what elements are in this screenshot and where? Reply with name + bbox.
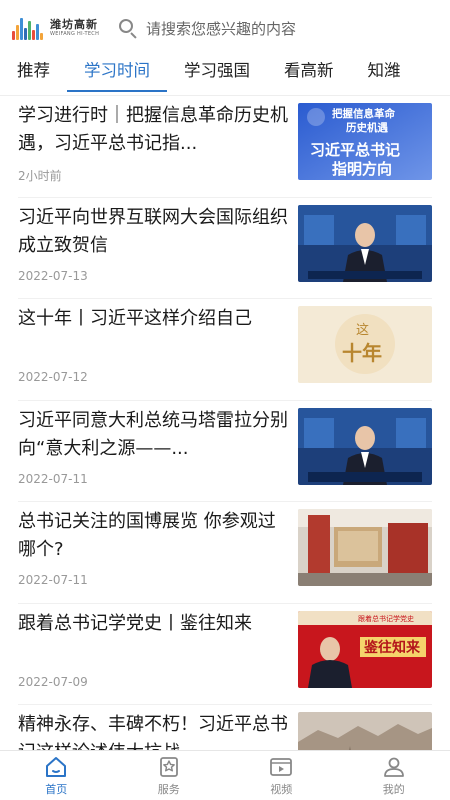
article-time: 2小时前: [18, 169, 62, 183]
tab-recommend[interactable]: 推荐: [0, 56, 67, 95]
logo-subtitle: WEIFANG HI-TECH: [50, 31, 100, 37]
thumb-caption: 历史机遇: [346, 121, 388, 134]
article-thumbnail[interactable]: [298, 204, 432, 282]
nav-label: 首页: [45, 782, 68, 796]
article-date: 2022-07-12: [18, 370, 88, 384]
video-icon: [270, 757, 293, 776]
article-list: 学习进行时｜把握信息革命历史机遇，习近平总书记指... 2小时前 把握信息革命 …: [0, 96, 450, 750]
nav-mine[interactable]: 我的: [338, 751, 450, 800]
article-title[interactable]: 这十年丨习近平这样介绍自己: [18, 305, 290, 361]
nav-service[interactable]: 服务: [113, 751, 226, 800]
logo-name: 潍坊高新: [50, 18, 98, 31]
thumb-caption: 指明方向: [332, 160, 392, 178]
thumb-caption: 习近平总书记: [310, 141, 400, 159]
tab-watch-hitech[interactable]: 看高新: [267, 56, 351, 95]
tab-xuexi-qiangguo[interactable]: 学习强国: [167, 56, 267, 95]
tab-study-time[interactable]: 学习时间: [67, 56, 167, 95]
article-item[interactable]: 跟着总书记学党史丨鉴往知来 2022-07-09 跟着总书记学党史 鉴往知来: [18, 604, 432, 705]
article-item[interactable]: 习近平同意大利总统马塔雷拉分别向“意大利之源——... 2022-07-11: [18, 401, 432, 502]
article-title[interactable]: 精神永存、丰碑不朽！习近平总书记这样论述伟大抗战...: [18, 711, 290, 750]
category-tabs: 推荐 学习时间 学习强国 看高新 知潍: [0, 56, 450, 96]
article-thumbnail[interactable]: [298, 407, 432, 485]
article-date: 2022-07-13: [18, 268, 88, 283]
article-item[interactable]: 这十年丨习近平这样介绍自己 2022-07-12 这 十年: [18, 299, 432, 401]
article-title[interactable]: 习近平同意大利总统马塔雷拉分别向“意大利之源——...: [18, 407, 290, 463]
article-thumbnail[interactable]: 把握信息革命 历史机遇 习近平总书记 指明方向: [298, 103, 432, 180]
article-item[interactable]: 习近平向世界互联网大会国际组织成立致贺信 2022-07-13: [18, 198, 432, 299]
article-item[interactable]: 精神永存、丰碑不朽！习近平总书记这样论述伟大抗战...: [18, 705, 432, 750]
article-thumbnail[interactable]: 跟着总书记学党史 鉴往知来: [298, 610, 432, 688]
article-title[interactable]: 习近平向世界互联网大会国际组织成立致贺信: [18, 204, 290, 260]
article-title[interactable]: 跟着总书记学党史丨鉴往知来: [18, 610, 290, 666]
nav-home[interactable]: 首页: [0, 751, 113, 800]
logo-mark-icon: [12, 16, 46, 40]
nav-video[interactable]: 视频: [225, 751, 338, 800]
app-header: 潍坊高新 WEIFANG HI-TECH 请搜索您感兴趣的内容: [0, 0, 450, 56]
article-thumbnail[interactable]: 这 十年: [298, 306, 432, 383]
thumb-caption: 鉴往知来: [363, 639, 421, 656]
search-icon: [118, 18, 138, 39]
search-placeholder[interactable]: 请搜索您感兴趣的内容: [146, 18, 296, 39]
article-title[interactable]: 学习进行时｜把握信息革命历史机遇，习近平总书记指...: [18, 102, 290, 158]
article-thumbnail[interactable]: [298, 712, 432, 750]
thumb-caption: 跟着总书记学党史: [358, 614, 414, 623]
home-icon: [46, 756, 67, 777]
thumb-caption: 十年: [342, 341, 382, 365]
app-logo[interactable]: 潍坊高新 WEIFANG HI-TECH: [12, 11, 108, 45]
article-item[interactable]: 学习进行时｜把握信息革命历史机遇，习近平总书记指... 2小时前 把握信息革命 …: [18, 96, 432, 198]
tab-know-weifang[interactable]: 知潍: [351, 56, 418, 95]
thumb-caption: 把握信息革命: [332, 107, 395, 120]
nav-label: 服务: [157, 782, 180, 796]
article-thumbnail[interactable]: [298, 509, 432, 586]
thumb-caption: 这: [356, 322, 369, 338]
article-date: 2022-07-09: [18, 674, 88, 689]
article-date: 2022-07-11: [18, 471, 88, 486]
article-date: 2022-07-11: [18, 573, 88, 587]
bottom-nav: 首页 服务 视频 我的: [0, 750, 450, 800]
article-item[interactable]: 总书记关注的国博展览 你参观过哪个? 2022-07-11: [18, 502, 432, 604]
user-icon: [383, 757, 404, 777]
service-icon: [159, 756, 178, 777]
nav-label: 视频: [270, 782, 293, 796]
search-bar[interactable]: 请搜索您感兴趣的内容: [118, 11, 438, 45]
article-title[interactable]: 总书记关注的国博展览 你参观过哪个?: [18, 508, 290, 564]
nav-label: 我的: [382, 782, 405, 796]
